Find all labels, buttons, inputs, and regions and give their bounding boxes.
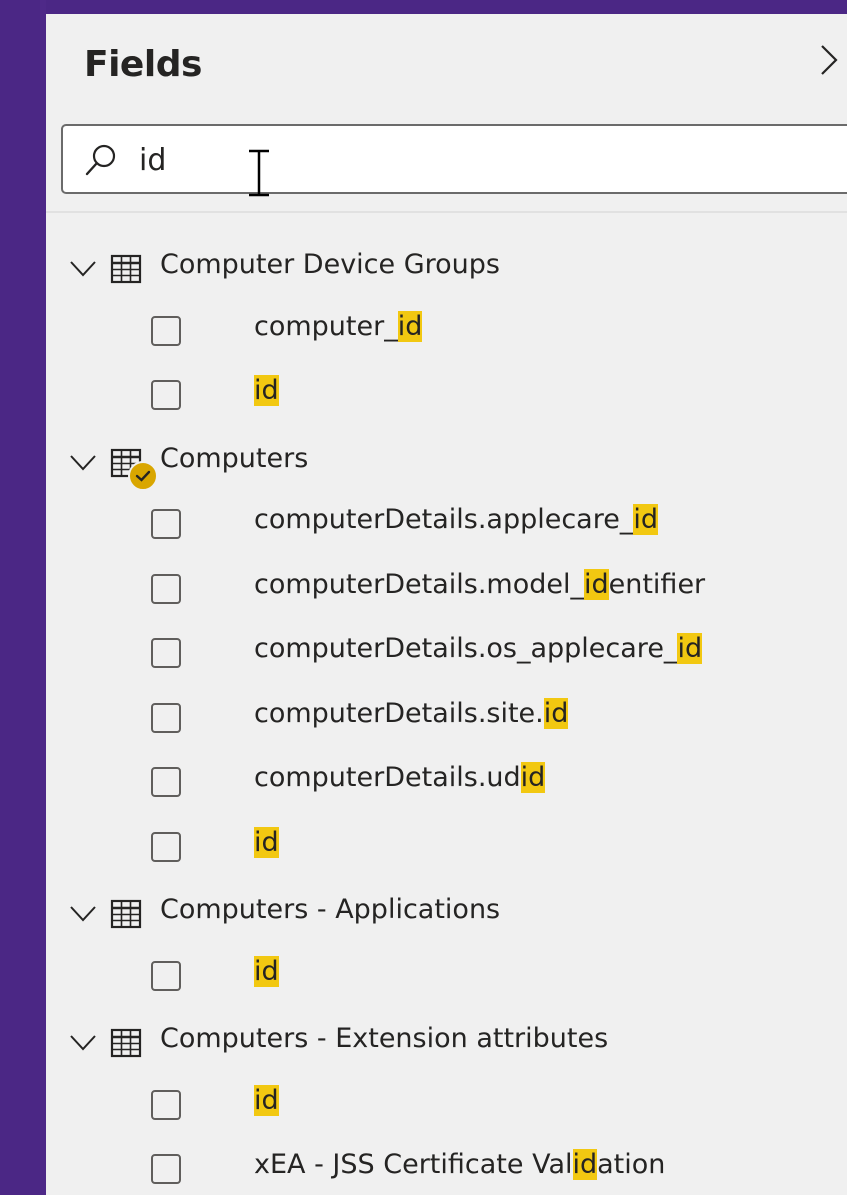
search-match-highlight: id [254,955,279,987]
fields-pane: Fields Computer Device Groupscomputer_id… [46,14,847,1195]
field-checkbox[interactable] [151,702,181,733]
field-checkbox[interactable] [151,767,181,797]
field-row[interactable]: computer_id [46,304,847,369]
search-match-highlight: id [543,697,569,729]
checkmark-badge-icon [128,460,158,491]
field-checkbox[interactable] [151,380,181,410]
divider [46,211,847,213]
table-name: Computer Device Groups [160,249,500,280]
search-match-highlight: id [254,826,279,858]
field-row[interactable]: id [46,368,847,433]
field-checkbox[interactable] [151,315,181,346]
search-field-container[interactable] [61,124,847,194]
search-match-highlight: id [254,375,279,406]
search-match-highlight: id [677,633,703,664]
field-name-prefix: computer_ [254,310,398,342]
chevron-down-icon[interactable] [68,453,98,473]
search-match-highlight: id [633,504,658,535]
chevron-down-icon[interactable] [68,904,98,924]
table-icon [110,1028,142,1058]
field-name-prefix: computerDetails.applecare_ [254,504,634,535]
search-match-highlight: id [520,762,546,793]
field-row[interactable]: computerDetails.site.id [46,691,847,756]
field-row[interactable]: id [46,1078,847,1143]
field-name: computer_id [254,310,423,342]
table-row[interactable]: Computers [46,433,847,498]
chevron-down-icon[interactable] [68,259,98,279]
search-match-highlight: id [583,568,609,600]
field-checkbox[interactable] [151,1089,181,1120]
field-checkbox[interactable] [151,831,181,862]
fields-tree: Computer Device Groups computer_id id Compu… [46,239,847,1195]
search-icon [85,144,116,176]
field-row[interactable]: id [46,820,847,885]
table-row[interactable]: Computer Device Groups [46,239,847,304]
table-row[interactable]: Computers - Extension attributes [46,1013,847,1078]
table-row[interactable]: Computers - Applications [46,884,847,949]
field-name-prefix: computerDetails.os_applecare_ [254,633,678,664]
field-name: id [254,826,279,858]
field-name: id [254,1084,279,1116]
table-icon [110,254,142,284]
left-canvas-strip [0,0,46,1195]
field-name: computerDetails.model_identifier [254,568,706,600]
search-match-highlight: id [572,1149,598,1180]
field-checkbox[interactable] [151,960,181,991]
field-row[interactable]: xEA - JSS Certificate Validation [46,1142,847,1195]
collapse-pane-button[interactable] [814,40,844,80]
field-name: id [254,375,279,406]
field-name: xEA - JSS Certificate Validation [254,1149,665,1180]
text-cursor-icon [249,149,269,197]
checkmark-icon [135,470,151,482]
field-checkbox[interactable] [151,638,181,668]
field-checkbox[interactable] [151,573,181,604]
search-match-highlight: id [254,1084,279,1116]
field-checkbox[interactable] [151,1154,181,1184]
field-name: computerDetails.udid [254,762,546,793]
field-name: id [254,955,279,987]
field-row[interactable]: computerDetails.os_applecare_id [46,626,847,691]
chevron-right-icon [821,45,838,75]
table-name: Computers [160,442,309,474]
field-name-prefix: computerDetails.site. [254,697,544,729]
field-row[interactable]: id [46,949,847,1014]
table-name: Computers - Extension attributes [160,1023,609,1054]
pane-title: Fields [84,44,202,85]
field-name: computerDetails.site.id [254,697,569,729]
table-icon [110,899,142,929]
field-name-prefix: computerDetails.ud [254,762,521,793]
table-name: Computers - Applications [160,894,501,925]
chevron-down-icon[interactable] [68,1033,98,1053]
field-name-prefix: xEA - JSS Certificate Val [254,1149,573,1180]
field-row[interactable]: computerDetails.applecare_id [46,497,847,562]
search-match-highlight: id [397,310,423,342]
field-row[interactable]: computerDetails.model_identifier [46,562,847,627]
search-input[interactable] [139,138,739,182]
field-name-suffix: entifier [608,568,706,600]
field-name-suffix: ation [597,1149,666,1180]
field-checkbox[interactable] [151,509,181,539]
field-name: computerDetails.applecare_id [254,504,658,535]
field-row[interactable]: computerDetails.udid [46,755,847,820]
field-name-prefix: computerDetails.model_ [254,568,584,600]
field-name: computerDetails.os_applecare_id [254,633,703,664]
